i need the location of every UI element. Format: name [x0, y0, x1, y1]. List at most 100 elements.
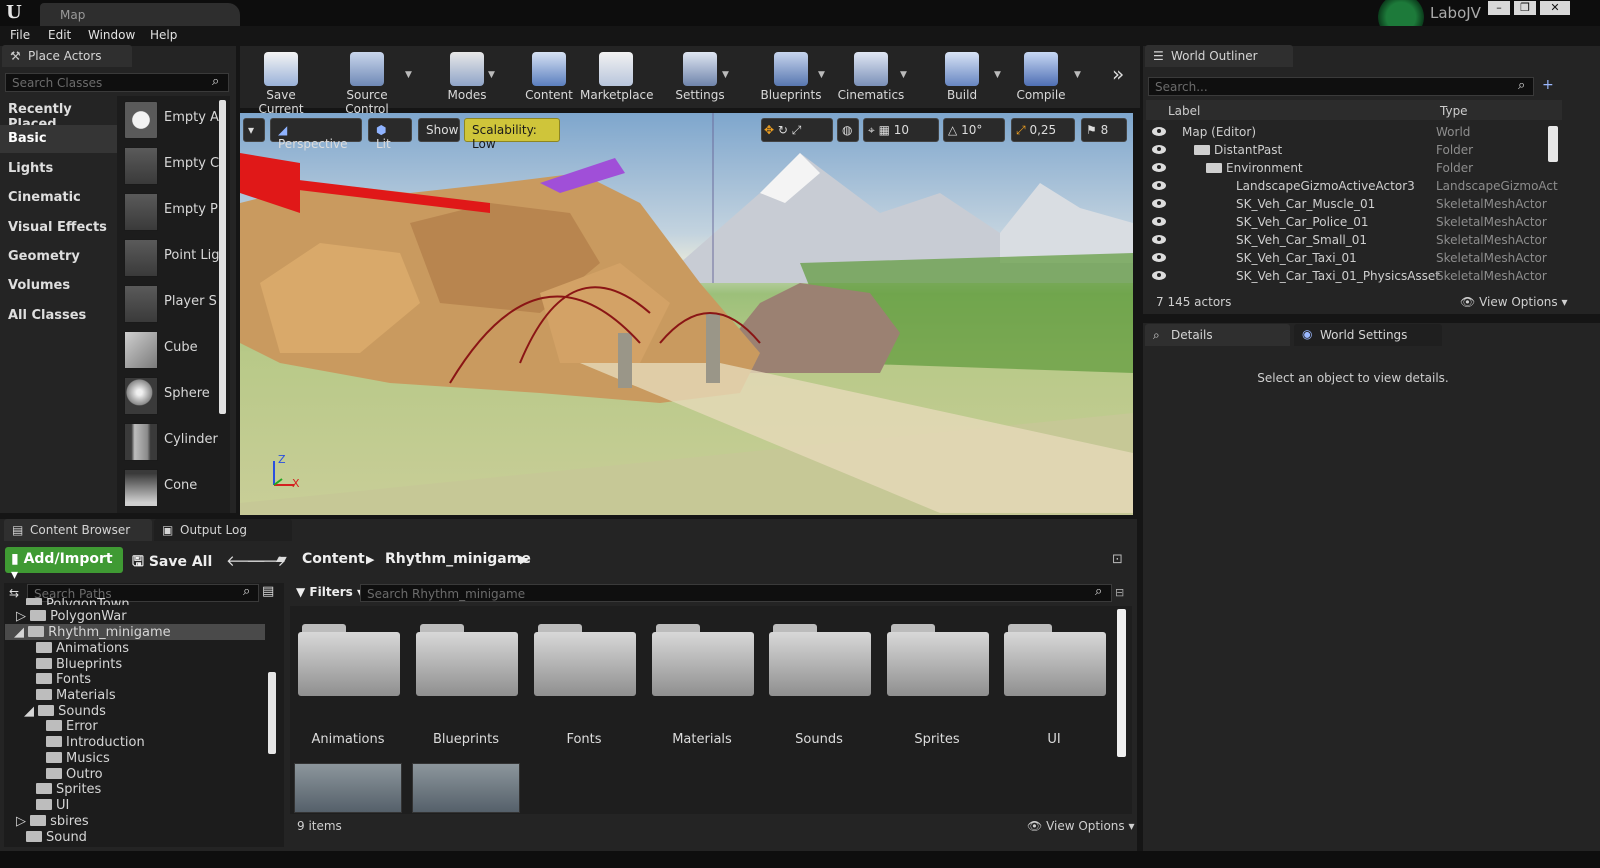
menu-edit[interactable]: Edit	[48, 28, 71, 42]
scale-snap-control[interactable]: ⤢ 0,25	[1011, 118, 1075, 142]
marketplace-button[interactable]: Marketplace	[580, 48, 654, 106]
source-control-dropdown-icon[interactable]: ▼	[405, 70, 412, 80]
asset-view-options[interactable]: 👁 View Options ▾	[1027, 819, 1135, 833]
breadcrumb-rhythm-minigame[interactable]: Rhythm_minigame	[385, 551, 531, 567]
eye-icon[interactable]	[1152, 253, 1166, 262]
actor-point-light[interactable]: Point Lig	[120, 235, 220, 281]
tree-item-selected[interactable]: ◢ Rhythm_minigame	[14, 625, 171, 640]
search-classes-input[interactable]: Search Classes	[5, 73, 229, 92]
path-tree-scrollbar[interactable]	[268, 672, 276, 754]
eye-icon[interactable]	[1152, 217, 1166, 226]
perspective-button[interactable]: ◢ Perspective	[270, 118, 362, 151]
breadcrumb-more-icon[interactable]: ▶	[520, 553, 528, 566]
tree-item[interactable]: ▷ sbires	[16, 814, 89, 829]
camera-speed-control[interactable]: ⚑ 8	[1081, 118, 1127, 142]
tree-item[interactable]: Sprites	[36, 782, 101, 797]
viewport-options-dropdown[interactable]: ▾	[243, 118, 265, 142]
asset-grid-scrollbar[interactable]	[1117, 609, 1126, 757]
tree-item[interactable]: UI	[36, 798, 69, 813]
category-volumes[interactable]: Volumes	[0, 272, 117, 300]
show-button[interactable]: Show	[418, 118, 460, 142]
tree-item[interactable]: Sound	[26, 830, 87, 844]
toolbar-overflow-icon[interactable]: »	[1112, 62, 1124, 86]
outliner-scrollbar[interactable]	[1548, 126, 1558, 162]
tab-place-actors[interactable]: ⚒ Place Actors	[2, 45, 132, 67]
actor-empty-actor[interactable]: Empty A	[120, 97, 219, 143]
tree-item[interactable]: Materials	[36, 688, 116, 703]
level-viewport[interactable]: Z X ▾ ◢ Perspective ⬢ Lit Show Scalabili…	[240, 113, 1133, 515]
settings-dropdown-icon[interactable]: ▼	[722, 70, 729, 80]
save-all-button[interactable]: 🖫 Save All	[132, 551, 212, 575]
folder-fonts[interactable]	[534, 622, 636, 698]
scalability-button[interactable]: Scalability: Low	[464, 118, 560, 151]
eye-icon[interactable]	[1152, 145, 1166, 154]
build-dropdown-icon[interactable]: ▼	[994, 70, 1001, 80]
tab-world-settings[interactable]: ◉ World Settings	[1294, 324, 1442, 346]
modes-button[interactable]: Modes	[440, 48, 494, 106]
outliner-row[interactable]: SK_Veh_Car_Taxi_01 SkeletalMeshActor	[1146, 249, 1566, 267]
add-icon[interactable]: +	[1542, 77, 1554, 93]
category-recently-placed[interactable]: Recently Placed	[0, 96, 117, 132]
tree-item[interactable]: Error	[46, 719, 98, 734]
add-import-button[interactable]: ▮ Add/Import ▾	[5, 547, 123, 583]
blueprints-dropdown-icon[interactable]: ▼	[818, 70, 825, 80]
sources-toggle-icon[interactable]: ⇆	[9, 586, 19, 600]
tree-item[interactable]: Outro	[46, 767, 103, 782]
outliner-row[interactable]: SK_Veh_Car_Police_01 SkeletalMeshActor	[1146, 213, 1566, 231]
actor-player-start[interactable]: Player S	[120, 281, 218, 327]
tree-item[interactable]: PolygonTown	[26, 597, 130, 605]
folder-ui[interactable]	[1004, 622, 1106, 698]
cinematics-dropdown-icon[interactable]: ▼	[900, 70, 907, 80]
lit-button[interactable]: ⬢ Lit	[368, 118, 412, 151]
tab-content-browser[interactable]: ▤ Content Browser	[4, 519, 152, 541]
outliner-view-options[interactable]: 👁 View Options ▾	[1460, 295, 1568, 309]
outliner-row[interactable]: LandscapeGizmoActiveActor3 LandscapeGizmo…	[1146, 177, 1566, 195]
breadcrumb-content[interactable]: Content	[302, 551, 365, 567]
col-label[interactable]: Label	[1168, 104, 1200, 118]
category-basic[interactable]: Basic	[0, 125, 117, 153]
close-icon[interactable]: ✕	[1540, 1, 1570, 15]
tree-item[interactable]: Musics	[46, 751, 110, 766]
tree-item[interactable]: Fonts	[36, 672, 91, 687]
actor-cube[interactable]: Cube	[120, 327, 218, 373]
settings-button[interactable]: Settings	[672, 48, 728, 106]
tab-output-log[interactable]: ▣ Output Log	[154, 519, 292, 541]
tree-item[interactable]: Introduction	[46, 735, 145, 750]
transform-tools[interactable]: ✥ ↻ ⤢	[761, 118, 833, 142]
source-control-button[interactable]: Source Control	[324, 48, 410, 116]
folder-sprites[interactable]	[887, 622, 989, 698]
path-view-options-icon[interactable]: ▤	[262, 584, 274, 599]
filters-button[interactable]: ▼ Filters ▾	[296, 585, 363, 599]
outliner-row[interactable]: DistantPast Folder	[1146, 141, 1566, 159]
minimize-icon[interactable]: –	[1488, 1, 1510, 15]
tree-item[interactable]: Animations	[36, 641, 129, 656]
eye-icon[interactable]	[1152, 235, 1166, 244]
category-cinematic[interactable]: Cinematic	[0, 184, 117, 212]
tree-item[interactable]: Blueprints	[36, 657, 122, 672]
actor-list-scrollbar[interactable]	[219, 100, 226, 414]
outliner-row[interactable]: Map (Editor) World	[1146, 123, 1566, 141]
actor-cylinder[interactable]: Cylinder	[120, 419, 218, 465]
cinematics-button[interactable]: Cinematics	[836, 48, 906, 106]
outliner-row[interactable]: SK_Veh_Car_Muscle_01 SkeletalMeshActor	[1146, 195, 1566, 213]
modes-dropdown-icon[interactable]: ▼	[488, 70, 495, 80]
compile-button[interactable]: Compile	[1012, 48, 1070, 106]
category-geometry[interactable]: Geometry	[0, 243, 117, 271]
menu-file[interactable]: File	[10, 28, 30, 42]
category-visual-effects[interactable]: Visual Effects	[0, 214, 117, 242]
actor-cone[interactable]: Cone	[120, 465, 218, 511]
eye-icon[interactable]	[1152, 127, 1166, 136]
folder-sounds[interactable]	[769, 622, 871, 698]
outliner-search-input[interactable]: Search...	[1148, 77, 1534, 96]
tab-world-outliner[interactable]: ☰ World Outliner	[1145, 45, 1293, 67]
eye-icon[interactable]	[1152, 199, 1166, 208]
eye-icon[interactable]	[1152, 181, 1166, 190]
category-lights[interactable]: Lights	[0, 155, 117, 183]
level-tab[interactable]: Map	[40, 3, 240, 26]
build-button[interactable]: Build	[934, 48, 990, 106]
actor-sphere[interactable]: Sphere	[120, 373, 218, 419]
grid-snap-control[interactable]: ⌖ ▦ 10	[863, 118, 939, 142]
eye-icon[interactable]	[1152, 271, 1166, 280]
content-button[interactable]: Content	[522, 48, 576, 106]
actor-empty-pawn[interactable]: Empty P	[120, 189, 218, 235]
